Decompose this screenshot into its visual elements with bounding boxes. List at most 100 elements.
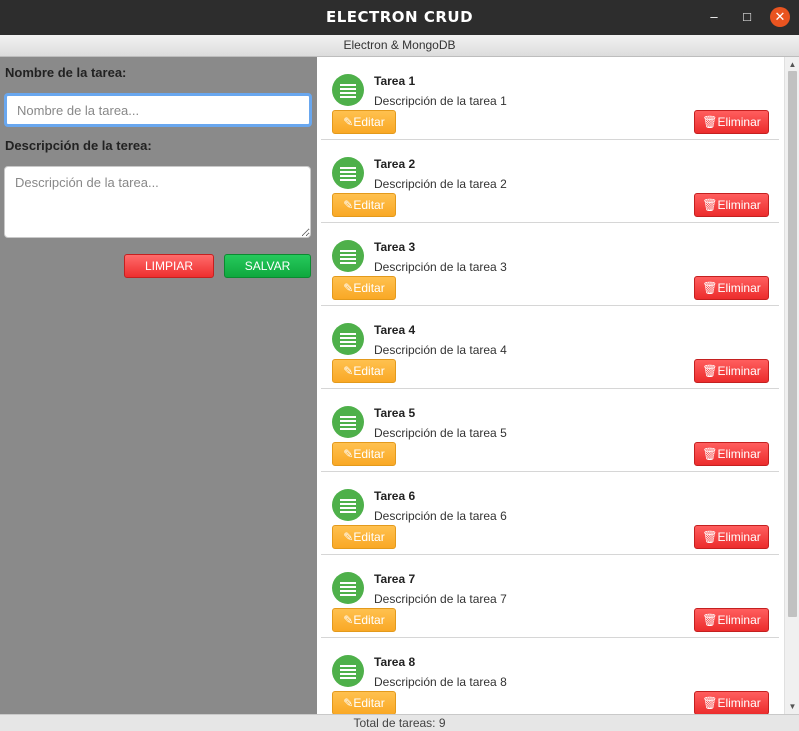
edit-button[interactable]: ✎Editar <box>332 359 396 383</box>
pencil-icon: ✎ <box>343 613 354 627</box>
close-icon[interactable]: ✕ <box>770 7 790 27</box>
edit-label: Editar <box>353 115 385 129</box>
app-subtitle: Electron & MongoDB <box>0 35 799 57</box>
task-description: Descripción de la tarea 2 <box>374 177 507 191</box>
task-item: Tarea 7 Descripción de la tarea 7 ✎Editar 🗑… <box>321 555 779 638</box>
window-title: ELECTRON CRUD <box>325 8 474 26</box>
task-item: Tarea 5 Descripción de la tarea 5 ✎Editar 🗑… <box>321 389 779 472</box>
edit-button[interactable]: ✎Editar <box>332 193 396 217</box>
list-icon <box>332 655 364 687</box>
delete-button[interactable]: 🗑Eliminar <box>694 193 769 217</box>
task-name: Tarea 6 <box>374 489 416 503</box>
task-item: Tarea 3 Descripción de la tarea 3 ✎Editar 🗑… <box>321 223 779 306</box>
task-list-panel[interactable]: Tarea 1 Descripción de la tarea 1 ✎Editar 🗑… <box>317 57 799 714</box>
delete-button[interactable]: 🗑Eliminar <box>694 442 769 466</box>
task-description: Descripción de la tarea 3 <box>374 260 507 274</box>
scroll-up-icon[interactable]: ▲ <box>785 60 799 69</box>
list-icon <box>332 157 364 189</box>
edit-label: Editar <box>353 364 385 378</box>
delete-button[interactable]: 🗑Eliminar <box>694 276 769 300</box>
edit-button[interactable]: ✎Editar <box>332 608 396 632</box>
task-description-input[interactable] <box>4 166 311 238</box>
clear-button[interactable]: LIMPIAR <box>124 254 214 278</box>
pencil-icon: ✎ <box>343 696 354 710</box>
task-item: Tarea 6 Descripción de la tarea 6 ✎Editar 🗑… <box>321 472 779 555</box>
task-name: Tarea 7 <box>374 572 416 586</box>
task-description: Descripción de la tarea 8 <box>374 675 507 689</box>
task-description-label: Descripción de la terea: <box>5 138 152 153</box>
task-form: Nombre de la tarea: Descripción de la te… <box>0 57 317 714</box>
task-name-input[interactable] <box>4 93 312 127</box>
delete-label: Eliminar <box>717 530 761 544</box>
trash-icon: 🗑 <box>702 364 718 378</box>
task-name: Tarea 5 <box>374 406 416 420</box>
scroll-down-icon[interactable]: ▼ <box>785 702 799 711</box>
list-icon <box>332 240 364 272</box>
task-name-label: Nombre de la tarea: <box>5 65 127 80</box>
trash-icon: 🗑 <box>702 530 718 544</box>
task-name: Tarea 8 <box>374 655 416 669</box>
minimize-icon[interactable]: – <box>704 7 724 27</box>
trash-icon: 🗑 <box>702 115 718 129</box>
maximize-icon[interactable]: □ <box>737 7 757 27</box>
task-list: Tarea 1 Descripción de la tarea 1 ✎Editar 🗑… <box>321 57 779 714</box>
delete-label: Eliminar <box>717 364 761 378</box>
task-description: Descripción de la tarea 6 <box>374 509 507 523</box>
scrollbar[interactable]: ▲ ▼ <box>784 57 799 714</box>
list-icon <box>332 74 364 106</box>
task-item: Tarea 2 Descripción de la tarea 2 ✎Editar 🗑… <box>321 140 779 223</box>
delete-button[interactable]: 🗑Eliminar <box>694 525 769 549</box>
list-icon <box>332 323 364 355</box>
save-button[interactable]: SALVAR <box>224 254 311 278</box>
edit-label: Editar <box>353 447 385 461</box>
trash-icon: 🗑 <box>702 281 718 295</box>
edit-label: Editar <box>353 281 385 295</box>
trash-icon: 🗑 <box>702 447 718 461</box>
delete-label: Eliminar <box>717 447 761 461</box>
scrollbar-thumb[interactable] <box>788 71 797 617</box>
list-icon <box>332 406 364 438</box>
delete-label: Eliminar <box>717 613 761 627</box>
edit-button[interactable]: ✎Editar <box>332 691 396 714</box>
pencil-icon: ✎ <box>343 530 354 544</box>
edit-button[interactable]: ✎Editar <box>332 276 396 300</box>
delete-button[interactable]: 🗑Eliminar <box>694 691 769 714</box>
delete-button[interactable]: 🗑Eliminar <box>694 110 769 134</box>
trash-icon: 🗑 <box>702 613 718 627</box>
task-description: Descripción de la tarea 1 <box>374 94 507 108</box>
task-name: Tarea 4 <box>374 323 416 337</box>
edit-label: Editar <box>353 613 385 627</box>
delete-button[interactable]: 🗑Eliminar <box>694 608 769 632</box>
pencil-icon: ✎ <box>343 364 354 378</box>
delete-label: Eliminar <box>717 115 761 129</box>
pencil-icon: ✎ <box>343 281 354 295</box>
delete-label: Eliminar <box>717 281 761 295</box>
edit-label: Editar <box>353 696 385 710</box>
task-count-status: Total de tareas: 9 <box>0 714 799 731</box>
pencil-icon: ✎ <box>343 447 354 461</box>
task-item: Tarea 1 Descripción de la tarea 1 ✎Editar 🗑… <box>321 57 779 140</box>
list-icon <box>332 489 364 521</box>
trash-icon: 🗑 <box>702 696 718 710</box>
pencil-icon: ✎ <box>343 115 354 129</box>
task-name: Tarea 2 <box>374 157 416 171</box>
list-icon <box>332 572 364 604</box>
window-titlebar[interactable]: ELECTRON CRUD – □ ✕ <box>0 0 799 35</box>
task-description: Descripción de la tarea 4 <box>374 343 507 357</box>
task-name: Tarea 1 <box>374 74 416 88</box>
edit-label: Editar <box>353 198 385 212</box>
edit-button[interactable]: ✎Editar <box>332 110 396 134</box>
trash-icon: 🗑 <box>702 198 718 212</box>
edit-button[interactable]: ✎Editar <box>332 442 396 466</box>
task-name: Tarea 3 <box>374 240 416 254</box>
delete-label: Eliminar <box>717 696 761 710</box>
edit-label: Editar <box>353 530 385 544</box>
edit-button[interactable]: ✎Editar <box>332 525 396 549</box>
task-item: Tarea 8 Descripción de la tarea 8 ✎Editar 🗑… <box>321 638 779 714</box>
pencil-icon: ✎ <box>343 198 354 212</box>
task-description: Descripción de la tarea 5 <box>374 426 507 440</box>
delete-label: Eliminar <box>717 198 761 212</box>
delete-button[interactable]: 🗑Eliminar <box>694 359 769 383</box>
task-item: Tarea 4 Descripción de la tarea 4 ✎Editar 🗑… <box>321 306 779 389</box>
task-description: Descripción de la tarea 7 <box>374 592 507 606</box>
